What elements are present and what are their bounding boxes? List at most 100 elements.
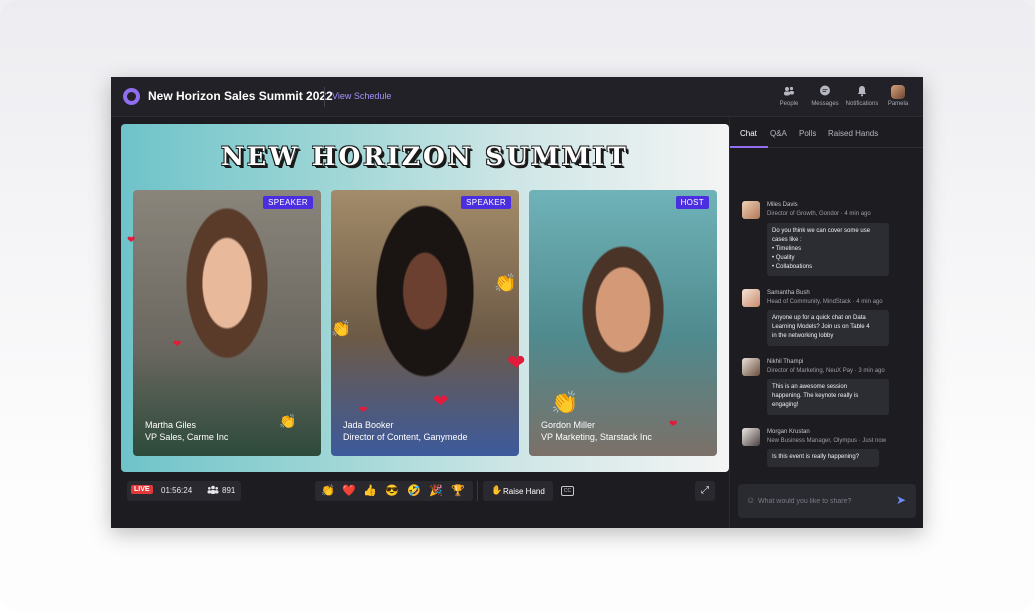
trophy-reaction-button[interactable]: 🏆 xyxy=(449,483,467,499)
clap-reaction-button[interactable]: 👏 xyxy=(319,483,337,499)
reaction-bar: 👏 ❤️ 👍 😎 🤣 🎉 🏆 xyxy=(315,481,473,501)
speaker-tile-2[interactable]: SPEAKER Jada Booker Director of Content,… xyxy=(331,190,519,456)
host-tile[interactable]: HOST Gordon Miller VP Marketing, Starsta… xyxy=(529,190,717,456)
floating-heart-icon: ❤ xyxy=(173,339,182,350)
raise-hand-label: Raise Hand xyxy=(503,487,545,496)
message-author: Samantha Bush xyxy=(767,290,810,296)
floating-heart-icon: ❤ xyxy=(507,350,526,375)
message-bubble: Is this event is really happening? xyxy=(767,449,879,467)
nav-notifications-button[interactable]: Notifications xyxy=(842,85,882,107)
floating-clap-icon: 👏 xyxy=(494,273,517,293)
cool-reaction-button[interactable]: 😎 xyxy=(383,483,401,499)
avatar xyxy=(742,289,760,307)
live-badge: LIVE xyxy=(131,485,153,494)
avatar xyxy=(742,428,760,446)
role-badge: SPEAKER xyxy=(263,196,313,209)
captions-button[interactable]: CC xyxy=(561,486,574,496)
thumbs-up-reaction-button[interactable]: 👍 xyxy=(361,483,379,499)
message-line: Anyone up for a quick chat on Data xyxy=(772,315,866,321)
people-icon xyxy=(769,85,809,99)
message-line: cases like : xyxy=(772,237,802,243)
message-line: • Timelines xyxy=(772,246,802,252)
speaker-title: Director of Content, Ganymede xyxy=(343,432,468,442)
expand-icon: ⤢ xyxy=(701,485,709,496)
logo-icon xyxy=(123,88,140,105)
avatar xyxy=(742,201,760,219)
message-line: Is this event is really happening? xyxy=(772,454,860,460)
message-line: This is an awesome session xyxy=(772,384,848,390)
message-meta: Director of Growth, Gondor · 4 min ago xyxy=(767,211,871,217)
message-line: in the networking lobby xyxy=(772,333,834,339)
message-author: Miles Davis xyxy=(767,202,798,208)
tab-raised-hands[interactable]: Raised Hands xyxy=(828,129,878,138)
event-app-window: New Horizon Sales Summit 2022 View Sched… xyxy=(111,77,923,528)
message-icon xyxy=(805,85,845,99)
view-schedule-link[interactable]: View Schedule xyxy=(332,91,391,101)
floating-clap-icon: 👏 xyxy=(279,413,297,429)
host-name: Gordon Miller xyxy=(541,420,596,430)
message-line: • Quality xyxy=(772,255,795,261)
live-timer: 01:56:24 xyxy=(161,486,193,495)
floating-clap-icon: 👏 xyxy=(551,390,579,415)
message-meta: Head of Community, MindStack · 4 min ago xyxy=(767,299,883,305)
floating-clap-icon: 👏 xyxy=(331,321,351,338)
avatar xyxy=(742,358,760,376)
nav-profile-button[interactable]: Pamela xyxy=(878,85,918,107)
hand-icon: ✋ xyxy=(491,485,503,495)
nav-profile-label: Pamela xyxy=(887,101,909,107)
message-meta: New Business Manager, Olympus · Just now xyxy=(767,438,887,444)
host-title: VP Marketing, Starstack Inc xyxy=(541,432,652,442)
floating-heart-icon: ❤ xyxy=(127,235,136,246)
speaker-name: Jada Booker xyxy=(343,420,394,430)
message-meta: Director of Marketing, NeuX Pay · 3 min … xyxy=(767,368,885,374)
message-bubble: This is an awesome session happening. Th… xyxy=(767,379,889,415)
nav-messages-label: Messages xyxy=(811,101,839,107)
nav-messages-button[interactable]: Messages xyxy=(805,85,845,107)
speaker-title: VP Sales, Carme Inc xyxy=(145,432,229,442)
message-author: Nikhil Thampi xyxy=(767,359,804,365)
nav-people-button[interactable]: People xyxy=(769,85,809,107)
tab-polls[interactable]: Polls xyxy=(799,129,816,138)
message-line: engaging! xyxy=(772,402,799,408)
active-tab-indicator xyxy=(730,146,768,148)
message-line: • Collaboations xyxy=(772,264,813,270)
laugh-reaction-button[interactable]: 🤣 xyxy=(405,483,423,499)
nav-notifications-label: Notifications xyxy=(845,101,879,107)
message-bubble: Do you think we can cover some use cases… xyxy=(767,223,889,276)
live-status-box: LIVE 01:56:24 891 xyxy=(127,481,241,501)
viewers-icon xyxy=(207,485,219,497)
floating-heart-icon: ❤ xyxy=(359,405,368,416)
divider xyxy=(477,481,478,501)
floating-heart-icon: ❤ xyxy=(433,391,449,411)
message-author: Morgan Krustan xyxy=(767,429,810,435)
raise-hand-button[interactable]: ✋ Raise Hand xyxy=(483,481,553,501)
video-stage: NEW HORIZON SUMMIT SPEAKER Martha Giles … xyxy=(121,124,729,472)
tab-chat[interactable]: Chat xyxy=(740,129,757,138)
role-badge: SPEAKER xyxy=(461,196,511,209)
viewer-count: 891 xyxy=(222,486,236,495)
event-title: New Horizon Sales Summit 2022 xyxy=(148,89,333,103)
chat-message-input[interactable] xyxy=(758,484,888,518)
heart-reaction-button[interactable]: ❤️ xyxy=(340,483,358,499)
chat-composer: ☺ ➤ xyxy=(738,484,916,518)
tab-qa[interactable]: Q&A xyxy=(770,129,787,138)
bell-icon xyxy=(842,85,882,99)
role-badge: HOST xyxy=(675,196,709,209)
send-icon[interactable]: ➤ xyxy=(896,493,906,507)
chat-panel: Chat Q&A Polls Raised Hands Miles Davis … xyxy=(729,117,923,528)
fullscreen-button[interactable]: ⤢ xyxy=(695,481,715,501)
floating-heart-icon: ❤ xyxy=(669,419,678,430)
divider xyxy=(324,87,325,107)
speaker-name: Martha Giles xyxy=(145,420,197,430)
stage-banner-title: NEW HORIZON SUMMIT xyxy=(221,142,629,171)
message-bubble: Anyone up for a quick chat on Data Learn… xyxy=(767,310,889,346)
nav-people-label: People xyxy=(779,101,799,107)
message-line: happening. The keynote really is xyxy=(772,393,859,399)
message-line: Do you think we can cover some use xyxy=(772,228,871,234)
party-reaction-button[interactable]: 🎉 xyxy=(427,483,445,499)
avatar xyxy=(891,85,905,99)
emoji-picker-icon[interactable]: ☺ xyxy=(746,495,755,505)
message-line: Learning Models? Join us on Table 4 xyxy=(772,324,870,330)
panel-tabs: Chat Q&A Polls Raised Hands xyxy=(730,117,923,148)
top-bar: New Horizon Sales Summit 2022 View Sched… xyxy=(111,77,923,117)
